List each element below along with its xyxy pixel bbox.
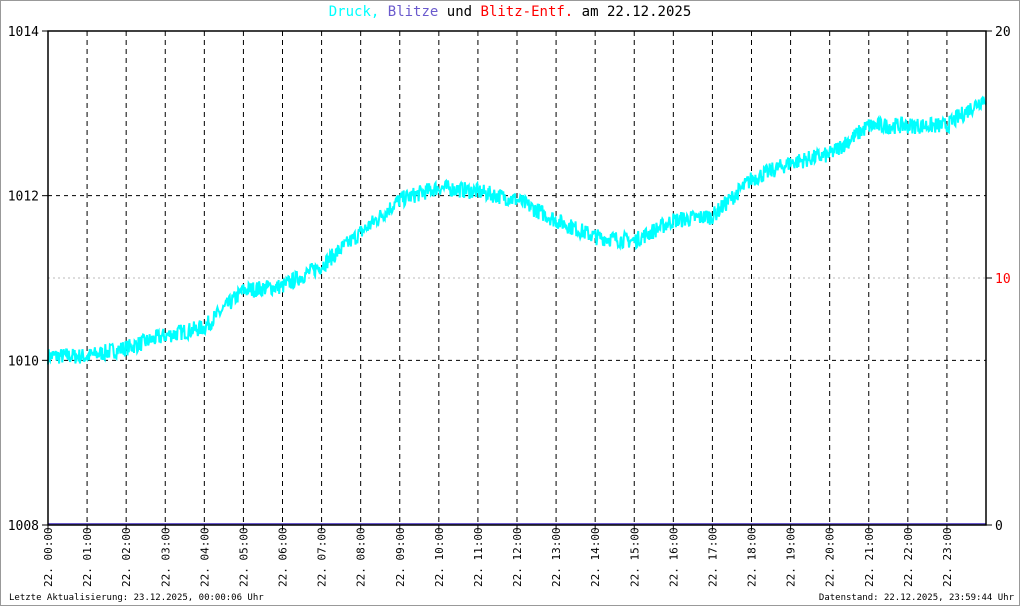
pressure-chart: 1008 1010 1012 1014 0 10 20 22. 00:00 22. 01:00 2…: [8, 25, 1011, 587]
y-right-tick-label: 0: [995, 519, 1003, 534]
x-tick-label: 22. 17:00: [706, 527, 719, 587]
y-left-tick-label: 1012: [8, 190, 39, 205]
x-tick-label: 22. 19:00: [785, 527, 798, 587]
x-tick-label: 22. 16:00: [667, 527, 680, 587]
x-tick-label: 22. 14:00: [589, 527, 602, 587]
x-tick-label: 22. 06:00: [277, 527, 290, 587]
x-tick-label: 22. 10:00: [433, 527, 446, 587]
x-tick-label: 22. 12:00: [511, 527, 524, 587]
x-tick-label: 22. 07:00: [316, 527, 329, 587]
x-tick-label: 22. 22:00: [902, 527, 915, 587]
x-tick-label: 22. 08:00: [355, 527, 368, 587]
x-tick-label: 22. 01:00: [81, 527, 94, 587]
x-tick-label: 22. 15:00: [628, 527, 641, 587]
y-right-tick-label: 20: [995, 25, 1011, 40]
x-tick-label: 22. 13:00: [550, 527, 563, 587]
x-tick-label: 22. 02:00: [120, 527, 133, 587]
x-tick-label: 22. 09:00: [394, 527, 407, 587]
last-update-text: Letzte Aktualisierung: 23.12.2025, 00:00…: [9, 593, 264, 603]
y-left-tick-label: 1010: [8, 354, 39, 369]
data-status-text: Datenstand: 22.12.2025, 23:59:44 Uhr: [818, 593, 1014, 603]
x-tick-label: 22. 04:00: [198, 527, 211, 587]
x-tick-label: 22. 00:00: [42, 527, 55, 587]
y-right-tick-label: 10: [995, 272, 1011, 287]
y-left-tick-label: 1014: [8, 25, 39, 40]
x-tick-label: 22. 05:00: [237, 527, 250, 587]
y-left-tick-label: 1008: [8, 519, 39, 534]
x-tick-label: 22. 18:00: [746, 527, 759, 587]
x-tick-label: 22. 11:00: [472, 527, 485, 587]
x-tick-label: 22. 21:00: [863, 527, 876, 587]
x-tick-label: 22. 20:00: [824, 527, 837, 587]
x-tick-label: 22. 23:00: [941, 527, 954, 587]
x-tick-label: 22. 03:00: [159, 527, 172, 587]
